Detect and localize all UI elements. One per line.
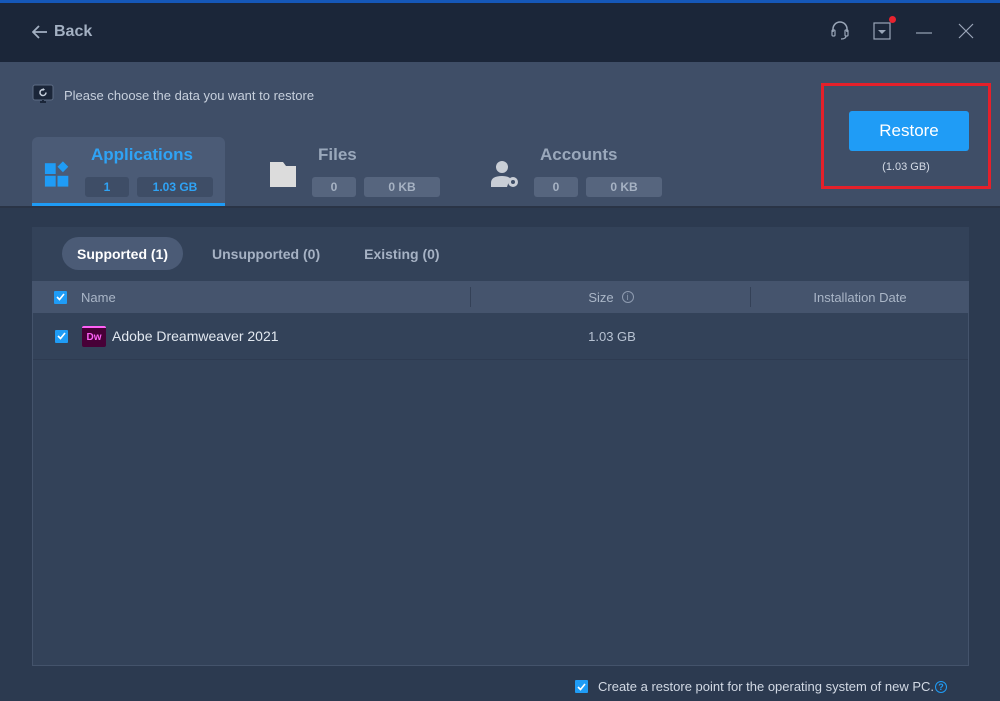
table-row[interactable]: Dw Adobe Dreamweaver 2021 1.03 GB xyxy=(33,313,968,360)
select-all-checkbox[interactable] xyxy=(53,290,67,304)
file-icon xyxy=(270,162,296,187)
support-button[interactable] xyxy=(830,19,850,43)
restore-point-option: Create a restore point for the operating… xyxy=(575,679,948,694)
back-button[interactable]: Back xyxy=(32,23,92,41)
choose-prompt: Please choose the data you want to resto… xyxy=(32,84,314,106)
column-separator[interactable] xyxy=(750,287,751,307)
app-size: 1.03 GB xyxy=(588,328,636,344)
restore-point-checkbox[interactable] xyxy=(575,680,588,693)
back-label: Back xyxy=(54,23,93,40)
restore-button[interactable]: Restore xyxy=(849,111,969,151)
applications-icon xyxy=(44,161,69,187)
checkmark-icon xyxy=(56,332,66,340)
table-header: Name Size i Installation Date xyxy=(32,281,969,313)
tab-files[interactable]: Files 0 0 KB xyxy=(256,137,456,206)
accounts-count: 0 xyxy=(534,177,578,197)
tab-files-label: Files xyxy=(318,145,357,164)
applications-table: Name Size i Installation Date Dw Adobe D… xyxy=(32,281,969,666)
subtab-bar: Supported (1) Unsupported (0) Existing (… xyxy=(62,237,455,270)
table-body: Dw Adobe Dreamweaver 2021 1.03 GB xyxy=(32,313,969,666)
files-size: 0 KB xyxy=(364,177,440,197)
tab-accounts-label: Accounts xyxy=(540,145,618,164)
tab-applications-label: Applications xyxy=(91,145,194,164)
help-icon[interactable]: ? xyxy=(935,680,948,693)
title-bar: Back xyxy=(0,3,1000,62)
monitor-restore-icon xyxy=(32,84,54,103)
minimize-button[interactable] xyxy=(914,19,934,43)
app-name: Adobe Dreamweaver 2021 xyxy=(112,328,279,344)
account-settings-icon xyxy=(491,161,518,187)
download-button[interactable] xyxy=(872,16,896,43)
applications-size: 1.03 GB xyxy=(137,177,213,197)
column-installation-date[interactable]: Installation Date xyxy=(751,290,969,305)
dreamweaver-icon: Dw xyxy=(82,325,106,347)
header-divider xyxy=(0,206,1000,208)
restore-point-label: Create a restore point for the operating… xyxy=(598,679,935,694)
row-checkbox[interactable] xyxy=(54,329,68,343)
restore-size: (1.03 GB) xyxy=(882,161,930,173)
notification-dot xyxy=(889,16,896,23)
close-button[interactable] xyxy=(956,19,976,43)
restore-highlight: Restore (1.03 GB) xyxy=(821,83,991,189)
files-count: 0 xyxy=(312,177,356,197)
applications-count: 1 xyxy=(85,177,129,197)
download-icon xyxy=(873,22,891,40)
column-name[interactable]: Name xyxy=(80,290,471,305)
column-separator[interactable] xyxy=(470,287,471,307)
tab-accounts[interactable]: Accounts 0 0 KB xyxy=(478,137,678,206)
subtab-existing[interactable]: Existing (0) xyxy=(349,237,454,270)
applications-panel: Supported (1) Unsupported (0) Existing (… xyxy=(32,227,969,666)
accounts-size: 0 KB xyxy=(586,177,662,197)
close-icon xyxy=(958,23,974,39)
data-selection-header: Please choose the data you want to resto… xyxy=(0,62,1000,206)
arrow-left-icon xyxy=(32,25,47,39)
tab-applications[interactable]: Applications 1 1.03 GB xyxy=(32,137,225,206)
column-size[interactable]: Size i xyxy=(471,290,751,305)
info-icon[interactable]: i xyxy=(621,291,634,303)
subtab-supported[interactable]: Supported (1) xyxy=(62,237,183,270)
column-size-label: Size xyxy=(588,289,614,305)
headset-icon xyxy=(831,21,849,40)
choose-prompt-text: Please choose the data you want to resto… xyxy=(64,87,315,103)
checkmark-icon xyxy=(55,293,65,301)
checkmark-icon xyxy=(577,682,586,691)
subtab-unsupported[interactable]: Unsupported (0) xyxy=(197,237,335,270)
minimize-icon xyxy=(916,32,932,34)
